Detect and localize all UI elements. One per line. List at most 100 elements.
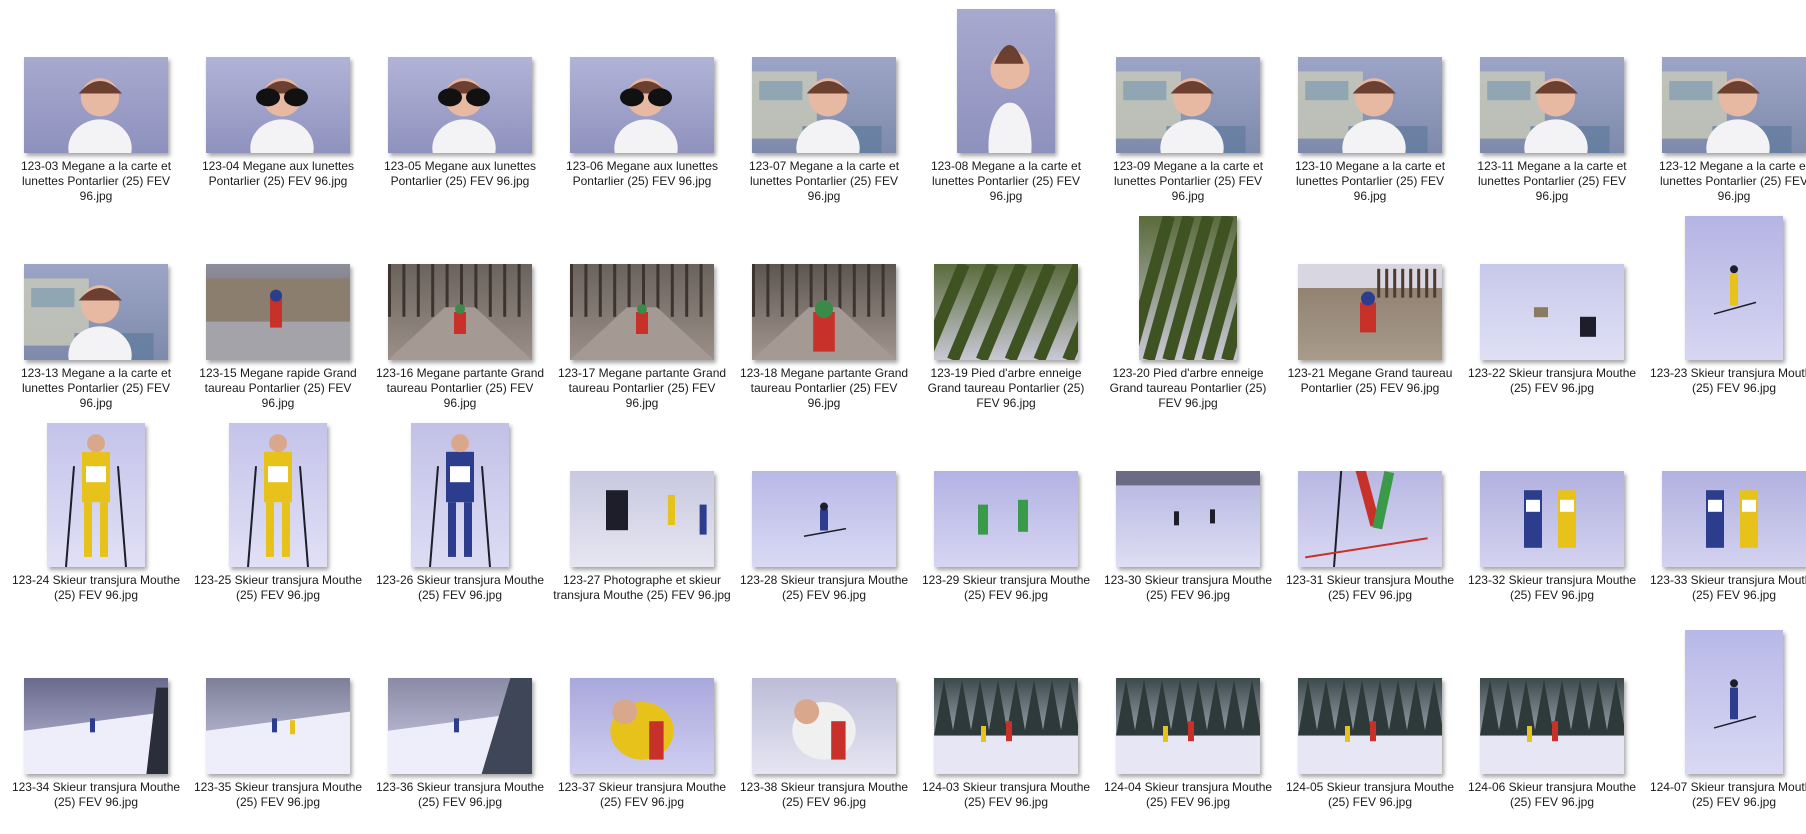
- thumbnail-area: [1461, 213, 1643, 363]
- file-item[interactable]: 123-38 Skieur transjura Mouthe (25) FEV …: [733, 627, 915, 834]
- file-item[interactable]: 123-13 Megane a la carte et lunettes Pon…: [5, 213, 187, 420]
- image-thumbnail[interactable]: [1480, 678, 1624, 774]
- file-item[interactable]: 123-03 Megane a la carte et lunettes Pon…: [5, 6, 187, 213]
- thumbnail-area: [551, 213, 733, 363]
- image-thumbnail[interactable]: [752, 57, 896, 153]
- file-name-label: 124-05 Skieur transjura Mouthe (25) FEV …: [1285, 780, 1455, 809]
- file-name-label: 123-03 Megane a la carte et lunettes Pon…: [20, 159, 172, 203]
- file-item[interactable]: 123-09 Megane a la carte et lunettes Pon…: [1097, 6, 1279, 213]
- file-item[interactable]: 123-17 Megane partante Grand taureau Pon…: [551, 213, 733, 420]
- image-thumbnail[interactable]: [24, 678, 168, 774]
- file-name-label: 123-35 Skieur transjura Mouthe (25) FEV …: [193, 780, 363, 809]
- image-thumbnail[interactable]: [1480, 57, 1624, 153]
- image-thumbnail[interactable]: [229, 423, 327, 567]
- image-thumbnail[interactable]: [934, 471, 1078, 567]
- image-thumbnail[interactable]: [388, 678, 532, 774]
- image-thumbnail[interactable]: [1298, 678, 1442, 774]
- thumbnail-area: [369, 6, 551, 156]
- image-thumbnail[interactable]: [1116, 471, 1260, 567]
- image-thumbnail[interactable]: [934, 678, 1078, 774]
- image-thumbnail[interactable]: [411, 423, 509, 567]
- file-item[interactable]: 123-24 Skieur transjura Mouthe (25) FEV …: [5, 420, 187, 627]
- file-item[interactable]: 123-18 Megane partante Grand taureau Pon…: [733, 213, 915, 420]
- file-item[interactable]: 123-04 Megane aux lunettes Pontarlier (2…: [187, 6, 369, 213]
- image-thumbnail[interactable]: [1116, 57, 1260, 153]
- file-item[interactable]: 123-25 Skieur transjura Mouthe (25) FEV …: [187, 420, 369, 627]
- file-name-label: 123-08 Megane a la carte et lunettes Pon…: [930, 159, 1082, 203]
- file-item[interactable]: 123-31 Skieur transjura Mouthe (25) FEV …: [1279, 420, 1461, 627]
- thumbnail-area: [5, 6, 187, 156]
- image-thumbnail[interactable]: [1116, 678, 1260, 774]
- image-thumbnail[interactable]: [1662, 471, 1806, 567]
- file-item[interactable]: 123-29 Skieur transjura Mouthe (25) FEV …: [915, 420, 1097, 627]
- file-name-label: 123-07 Megane a la carte et lunettes Pon…: [748, 159, 900, 203]
- file-item[interactable]: 123-05 Megane aux lunettes Pontarlier (2…: [369, 6, 551, 213]
- file-item[interactable]: 123-16 Megane partante Grand taureau Pon…: [369, 213, 551, 420]
- image-thumbnail[interactable]: [570, 471, 714, 567]
- file-item[interactable]: 124-07 Skieur transjura Mouthe (25) FEV …: [1643, 627, 1806, 834]
- image-thumbnail[interactable]: [1480, 471, 1624, 567]
- file-item[interactable]: 123-28 Skieur transjura Mouthe (25) FEV …: [733, 420, 915, 627]
- file-item[interactable]: 123-06 Megane aux lunettes Pontarlier (2…: [551, 6, 733, 213]
- image-thumbnail[interactable]: [24, 264, 168, 360]
- file-name-label: 124-07 Skieur transjura Mouthe (25) FEV …: [1649, 780, 1806, 809]
- file-item[interactable]: 123-20 Pied d'arbre enneige Grand taurea…: [1097, 213, 1279, 420]
- image-thumbnail[interactable]: [934, 264, 1078, 360]
- file-name-label: 123-19 Pied d'arbre enneige Grand taurea…: [927, 366, 1085, 410]
- file-item[interactable]: 123-21 Megane Grand taureau Pontarlier (…: [1279, 213, 1461, 420]
- file-item[interactable]: 123-07 Megane a la carte et lunettes Pon…: [733, 6, 915, 213]
- image-thumbnail[interactable]: [206, 264, 350, 360]
- file-item[interactable]: 123-30 Skieur transjura Mouthe (25) FEV …: [1097, 420, 1279, 627]
- file-item[interactable]: 123-23 Skieur transjura Mouthe (25) FEV …: [1643, 213, 1806, 420]
- file-item[interactable]: 123-08 Megane a la carte et lunettes Pon…: [915, 6, 1097, 213]
- file-item[interactable]: 123-35 Skieur transjura Mouthe (25) FEV …: [187, 627, 369, 834]
- image-thumbnail[interactable]: [206, 678, 350, 774]
- image-thumbnail[interactable]: [1685, 630, 1783, 774]
- file-item[interactable]: 123-10 Megane a la carte et lunettes Pon…: [1279, 6, 1461, 213]
- image-thumbnail[interactable]: [388, 264, 532, 360]
- file-item[interactable]: 123-19 Pied d'arbre enneige Grand taurea…: [915, 213, 1097, 420]
- file-item[interactable]: 123-37 Skieur transjura Mouthe (25) FEV …: [551, 627, 733, 834]
- file-item[interactable]: 123-11 Megane a la carte et lunettes Pon…: [1461, 6, 1643, 213]
- image-thumbnail[interactable]: [570, 678, 714, 774]
- file-item[interactable]: 124-03 Skieur transjura Mouthe (25) FEV …: [915, 627, 1097, 834]
- file-name-label: 123-38 Skieur transjura Mouthe (25) FEV …: [739, 780, 909, 809]
- image-thumbnail[interactable]: [1298, 264, 1442, 360]
- file-item[interactable]: 123-32 Skieur transjura Mouthe (25) FEV …: [1461, 420, 1643, 627]
- file-name-label: 123-32 Skieur transjura Mouthe (25) FEV …: [1467, 573, 1637, 602]
- file-name-label: 124-04 Skieur transjura Mouthe (25) FEV …: [1103, 780, 1273, 809]
- image-thumbnail[interactable]: [1685, 216, 1783, 360]
- file-item[interactable]: 123-15 Megane rapide Grand taureau Ponta…: [187, 213, 369, 420]
- image-thumbnail[interactable]: [1480, 264, 1624, 360]
- image-thumbnail[interactable]: [47, 423, 145, 567]
- file-name-label: 123-23 Skieur transjura Mouthe (25) FEV …: [1649, 366, 1806, 395]
- file-item[interactable]: 123-12 Megane a la carte et lunettes Pon…: [1643, 6, 1806, 213]
- thumbnail-area: [5, 213, 187, 363]
- image-thumbnail[interactable]: [206, 57, 350, 153]
- file-item[interactable]: 124-04 Skieur transjura Mouthe (25) FEV …: [1097, 627, 1279, 834]
- image-thumbnail[interactable]: [957, 9, 1055, 153]
- thumbnail-area: [1643, 6, 1806, 156]
- image-thumbnail[interactable]: [388, 57, 532, 153]
- image-thumbnail[interactable]: [570, 264, 714, 360]
- image-thumbnail[interactable]: [1662, 57, 1806, 153]
- file-item[interactable]: 124-06 Skieur transjura Mouthe (25) FEV …: [1461, 627, 1643, 834]
- image-thumbnail[interactable]: [1139, 216, 1237, 360]
- file-name-label: 123-27 Photographe et skieur transjura M…: [553, 573, 731, 602]
- file-item[interactable]: 123-36 Skieur transjura Mouthe (25) FEV …: [369, 627, 551, 834]
- file-item[interactable]: 124-05 Skieur transjura Mouthe (25) FEV …: [1279, 627, 1461, 834]
- image-thumbnail[interactable]: [752, 678, 896, 774]
- image-thumbnail[interactable]: [1298, 57, 1442, 153]
- thumbnail-area: [1461, 627, 1643, 777]
- image-thumbnail[interactable]: [24, 57, 168, 153]
- file-item[interactable]: 123-27 Photographe et skieur transjura M…: [551, 420, 733, 627]
- file-item[interactable]: 123-26 Skieur transjura Mouthe (25) FEV …: [369, 420, 551, 627]
- file-item[interactable]: 123-33 Skieur transjura Mouthe (25) FEV …: [1643, 420, 1806, 627]
- file-name-label: 123-04 Megane aux lunettes Pontarlier (2…: [201, 159, 355, 188]
- image-thumbnail[interactable]: [752, 471, 896, 567]
- file-item[interactable]: 123-34 Skieur transjura Mouthe (25) FEV …: [5, 627, 187, 834]
- file-item[interactable]: 123-22 Skieur transjura Mouthe (25) FEV …: [1461, 213, 1643, 420]
- image-thumbnail[interactable]: [1298, 471, 1442, 567]
- image-thumbnail[interactable]: [570, 57, 714, 153]
- image-thumbnail[interactable]: [752, 264, 896, 360]
